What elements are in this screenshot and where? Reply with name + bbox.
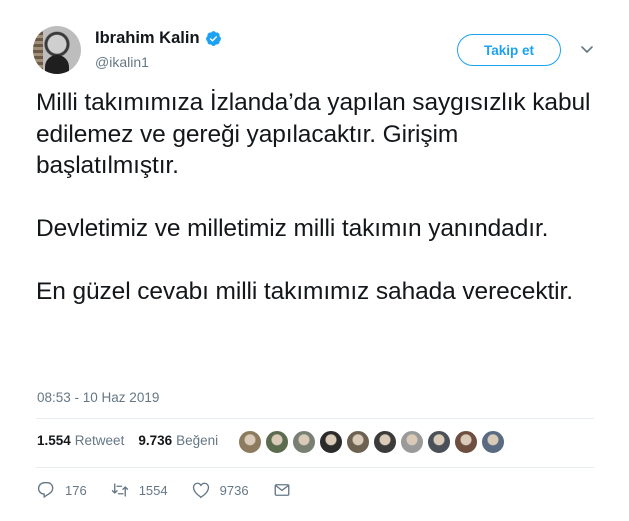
- reply-icon: [37, 481, 54, 499]
- retweet-button[interactable]: 1554: [111, 481, 168, 499]
- like-count: 9736: [219, 482, 249, 498]
- retweets-label[interactable]: Retweet: [75, 433, 125, 448]
- engagement-stats: 1.554 Retweet 9.736 Beğeni: [37, 433, 218, 448]
- avatar[interactable]: [33, 26, 81, 74]
- author-name-row: Ibrahim Kalin: [95, 29, 222, 48]
- liker-avatar[interactable]: [238, 430, 262, 454]
- liker-avatars: [238, 430, 508, 454]
- envelope-icon: [274, 484, 289, 496]
- direct-message-button[interactable]: [273, 481, 301, 499]
- verified-badge-icon: [205, 31, 221, 46]
- retweet-icon: [111, 483, 128, 497]
- likes-count[interactable]: 9.736: [138, 433, 172, 448]
- tweet-timestamp[interactable]: 08:53 - 10 Haz 2019: [37, 390, 159, 405]
- follow-button[interactable]: Takip et: [457, 34, 561, 66]
- liker-avatar[interactable]: [400, 430, 424, 454]
- reply-button[interactable]: 176: [37, 481, 87, 499]
- heart-icon: [192, 482, 209, 499]
- like-button[interactable]: 9736: [192, 481, 249, 499]
- liker-avatar[interactable]: [427, 430, 451, 454]
- tweet-paragraph: En güzel cevabı milli takımımız sahada v…: [36, 278, 573, 305]
- likes-label[interactable]: Beğeni: [176, 433, 218, 448]
- tweet-paragraph: Devletimiz ve milletimiz milli takımın y…: [36, 215, 549, 242]
- author-handle[interactable]: @ikalin1: [95, 54, 149, 70]
- tweet-paragraph: Milli takımımıza İzlanda’da yapılan sayg…: [36, 89, 591, 179]
- liker-avatar[interactable]: [292, 430, 316, 454]
- tweet-actions: 176 1554 9736: [37, 481, 325, 499]
- liker-avatar[interactable]: [373, 430, 397, 454]
- retweets-count[interactable]: 1.554: [37, 433, 71, 448]
- author-display-name[interactable]: Ibrahim Kalin: [95, 29, 200, 48]
- tweet-card: Ibrahim Kalin @ikalin1 Takip et Milli ta…: [0, 0, 629, 521]
- divider: [36, 467, 594, 468]
- divider: [36, 418, 594, 419]
- liker-avatar[interactable]: [346, 430, 370, 454]
- reply-count: 176: [65, 482, 87, 498]
- tweet-text: Milli takımımıza İzlanda’da yapılan sayg…: [36, 87, 596, 308]
- liker-avatar[interactable]: [454, 430, 478, 454]
- liker-avatar[interactable]: [265, 430, 289, 454]
- chevron-down-icon[interactable]: [580, 44, 594, 56]
- liker-avatar[interactable]: [319, 430, 343, 454]
- retweet-count: 1554: [138, 482, 168, 498]
- liker-avatar[interactable]: [481, 430, 505, 454]
